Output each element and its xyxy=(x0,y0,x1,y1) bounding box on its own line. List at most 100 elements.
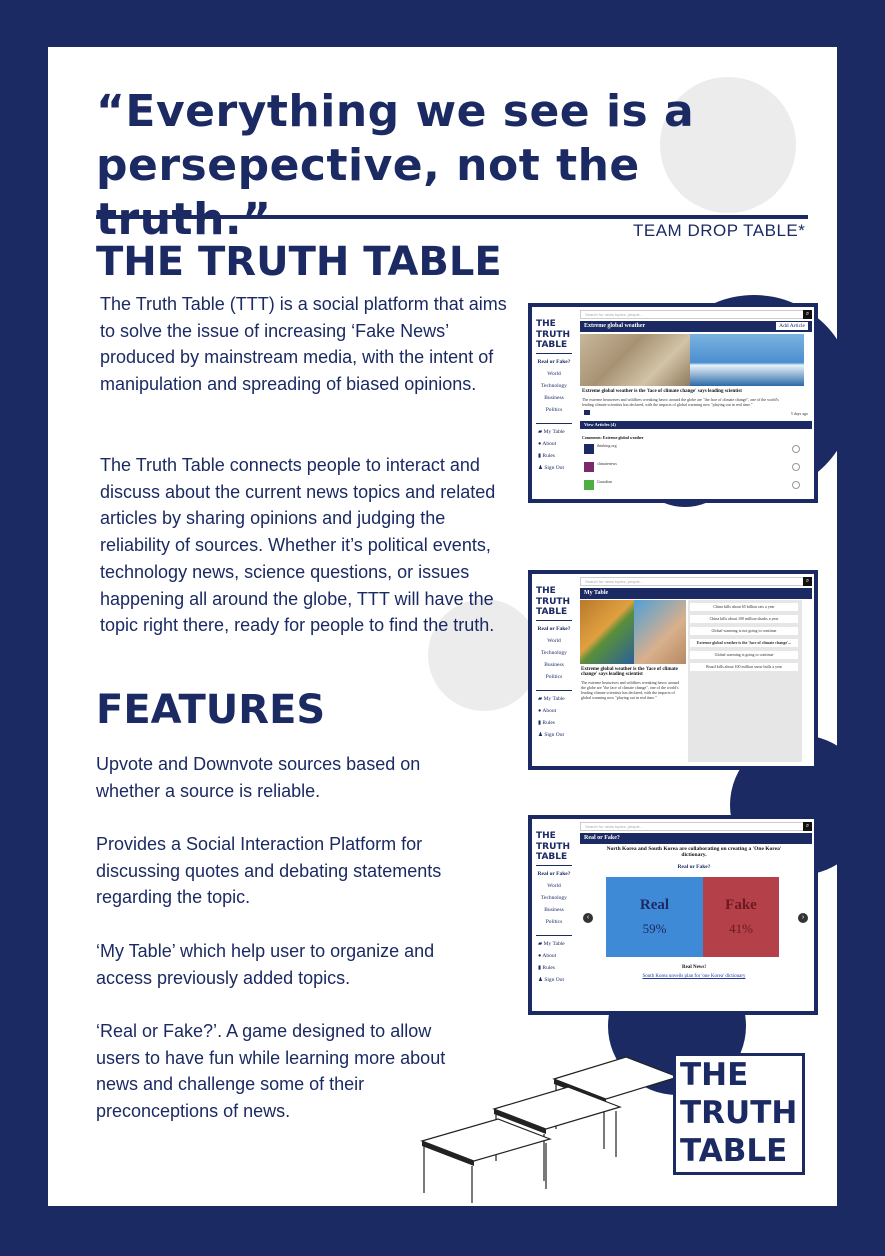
sidebar-divider xyxy=(536,620,572,621)
nav-about[interactable]: ● About xyxy=(538,441,556,447)
screenshot-real-or-fake: THE TRUTH TABLE Real or Fake? World Tech… xyxy=(528,815,818,1015)
nav-sign-out[interactable]: ♟ Sign Out xyxy=(538,465,564,471)
real-label: Real xyxy=(639,897,670,913)
my-table-label: ‘My Table’ xyxy=(96,941,176,961)
list-item[interactable]: climatenews xyxy=(582,461,804,473)
truth-table-logo: THE TRUTH TABLE xyxy=(673,1053,805,1175)
nav-label: About xyxy=(542,441,557,447)
article-headline[interactable]: Extreme global weather is the 'face of c… xyxy=(582,389,782,394)
app-logo: THE TRUTH TABLE xyxy=(536,831,570,863)
list-item[interactable]: China kills about 65 billion rats a year xyxy=(690,603,798,611)
vote-radio[interactable] xyxy=(792,463,800,471)
nav-label: Sign Out xyxy=(544,465,565,471)
logo-line: THE xyxy=(536,319,556,329)
article-headline[interactable]: Extreme global weather is the 'face of c… xyxy=(581,667,685,677)
feature-votes: Upvote and Downvote sources based on whe… xyxy=(96,751,466,804)
comments-title: Comments: Extreme global weather xyxy=(582,435,644,440)
nav-label: My Table xyxy=(543,429,565,435)
app-sidebar: THE TRUTH TABLE Real or Fake? World Tech… xyxy=(532,307,576,499)
fake-option-button[interactable]: Fake 41% xyxy=(703,877,779,957)
search-icon[interactable]: ⌕ xyxy=(803,577,812,586)
nav-world[interactable]: World xyxy=(532,638,576,644)
source-link[interactable]: South Korea unveils plan for 'one Korea'… xyxy=(594,974,794,979)
list-item[interactable]: Guardian xyxy=(582,479,804,491)
logo-line: TRUTH xyxy=(536,596,571,607)
logo-line: TABLE xyxy=(536,607,568,617)
fake-label: Fake xyxy=(725,897,757,913)
nav-world[interactable]: World xyxy=(532,371,576,377)
earth-hands-image xyxy=(580,600,634,664)
vote-radio[interactable] xyxy=(792,481,800,489)
downvote-label: Downvote xyxy=(193,754,274,774)
table-1 xyxy=(420,1118,552,1203)
nav-business[interactable]: Business xyxy=(532,907,576,913)
nav-politics[interactable]: Politics xyxy=(532,674,576,680)
search-icon[interactable]: ⌕ xyxy=(803,822,812,831)
team-name: TEAM DROP TABLE* xyxy=(633,221,806,240)
article-meta: 5 days ago xyxy=(790,411,808,416)
nav-label: About xyxy=(542,953,557,959)
list-item[interactable]: Brazil kills about 100 million snow bull… xyxy=(690,663,798,671)
source-name: thinking.org xyxy=(597,443,617,448)
search-icon[interactable]: ⌕ xyxy=(803,310,812,319)
nav-rules[interactable]: ▮ Rules xyxy=(538,453,555,459)
poster-page: “Everything we see is a persepective, no… xyxy=(48,47,837,1206)
source-name: Guardian xyxy=(597,479,612,484)
nav-rules[interactable]: ▮ Rules xyxy=(538,965,555,971)
comment-icon[interactable] xyxy=(584,410,590,415)
fake-percent: 41% xyxy=(729,921,753,936)
list-item-selected[interactable]: Extreme global weather is the 'face of c… xyxy=(690,639,798,647)
sidebar-divider xyxy=(536,865,572,866)
nav-business[interactable]: Business xyxy=(532,662,576,668)
search-input[interactable]: Search for news topics, people... xyxy=(580,310,812,319)
app-sidebar: THE TRUTH TABLE Real or Fake? World Tech… xyxy=(532,819,576,1011)
feature-social: Provides a Social Interaction Platform f… xyxy=(96,831,466,911)
nav-sign-out[interactable]: ♟ Sign Out xyxy=(538,977,564,983)
intro-paragraph-2: The Truth Table connects people to inter… xyxy=(100,455,496,636)
nav-real-or-fake[interactable]: Real or Fake? xyxy=(532,871,576,877)
hands-image xyxy=(634,600,686,664)
screenshot-article: THE TRUTH TABLE Real or Fake? World Tech… xyxy=(528,303,818,503)
tables-illustration xyxy=(420,1056,680,1203)
sidebar-divider xyxy=(536,423,572,424)
view-articles-bar[interactable]: View Articles (4) xyxy=(580,421,812,429)
nav-about[interactable]: ● About xyxy=(538,953,556,959)
nav-technology[interactable]: Technology xyxy=(532,650,576,656)
nav-business[interactable]: Business xyxy=(532,395,576,401)
nav-real-or-fake[interactable]: Real or Fake? xyxy=(532,626,576,632)
nav-about[interactable]: ● About xyxy=(538,708,556,714)
list-item[interactable]: thinking.org xyxy=(582,443,804,455)
nav-label: Rules xyxy=(542,720,555,726)
topic-title: Extreme global weather xyxy=(584,323,646,329)
vote-radio[interactable] xyxy=(792,445,800,453)
nav-politics[interactable]: Politics xyxy=(532,919,576,925)
nav-sign-out[interactable]: ♟ Sign Out xyxy=(538,732,564,738)
nav-label: Sign Out xyxy=(544,732,565,738)
nav-my-table[interactable]: ▰ My Table xyxy=(538,429,565,435)
nav-my-table[interactable]: ▰ My Table xyxy=(538,941,565,947)
logo-line: THE xyxy=(680,1057,749,1093)
prev-arrow-icon[interactable]: ‹ xyxy=(583,913,593,923)
sidebar-divider xyxy=(536,353,572,354)
sidebar-divider xyxy=(536,690,572,691)
next-arrow-icon[interactable]: › xyxy=(798,913,808,923)
list-item[interactable]: Global warming is going to continue xyxy=(690,651,798,659)
my-table-bar: My Table xyxy=(580,588,812,599)
app-logo: THE TRUTH TABLE xyxy=(536,586,570,618)
nav-rules[interactable]: ▮ Rules xyxy=(538,720,555,726)
search-input[interactable]: Search for news topics, people... xyxy=(580,577,812,586)
add-article-button[interactable]: Add Article xyxy=(776,322,808,330)
view-articles-label: View Articles (4) xyxy=(584,422,616,427)
nav-label: Rules xyxy=(542,453,555,459)
nav-real-or-fake[interactable]: Real or Fake? xyxy=(532,359,576,365)
nav-technology[interactable]: Technology xyxy=(532,895,576,901)
list-item[interactable]: Global warming is not going to continue xyxy=(690,627,798,635)
list-item[interactable]: China kills about 100 million sharks a y… xyxy=(690,615,798,623)
nav-politics[interactable]: Politics xyxy=(532,407,576,413)
nav-technology[interactable]: Technology xyxy=(532,383,576,389)
nav-my-table[interactable]: ▰ My Table xyxy=(538,696,565,702)
my-table-title: My Table xyxy=(584,590,609,596)
nav-world[interactable]: World xyxy=(532,883,576,889)
search-input[interactable]: Search for news topics, people... xyxy=(580,822,812,831)
real-option-button[interactable]: Real 59% xyxy=(606,877,703,957)
